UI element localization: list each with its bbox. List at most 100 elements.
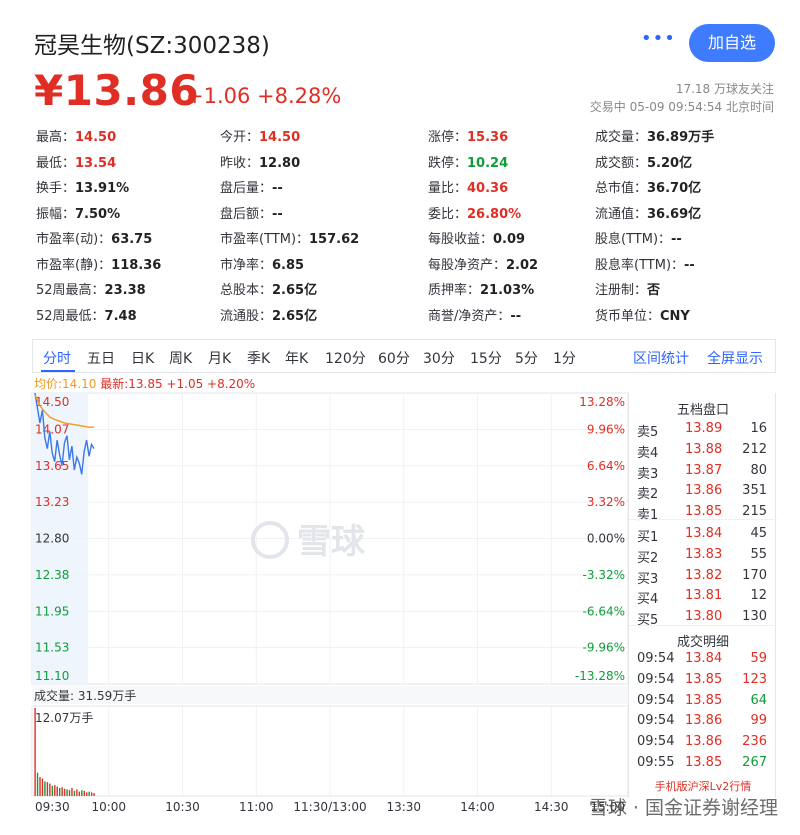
trade-time: 09:54	[637, 651, 675, 666]
price-axis-label: 11.53	[35, 641, 69, 655]
trade-volume: 123	[742, 671, 767, 687]
trade-time: 09:55	[637, 755, 675, 770]
volume-bar	[90, 792, 93, 796]
ask-price: 13.88	[685, 441, 723, 457]
volume-bar	[73, 790, 76, 796]
price-axis-label: 12.38	[35, 568, 69, 582]
pct-axis-label: -9.96%	[583, 641, 625, 655]
time-axis-label: 11:30/13:00	[293, 800, 366, 814]
volume-bar	[66, 789, 68, 796]
time-axis-label: 13:30	[386, 800, 421, 814]
ask-volume: 212	[742, 441, 767, 457]
ask-row: 卖2 13.86 351	[629, 483, 777, 503]
bid-price: 13.84	[685, 526, 723, 541]
trade-price: 13.85	[685, 755, 723, 770]
trade-time: 09:54	[637, 692, 675, 708]
pct-axis-label: 6.64%	[587, 459, 625, 473]
volume-bar	[71, 787, 73, 796]
volume-bar	[63, 788, 66, 796]
trade-price: 13.85	[685, 671, 723, 687]
price-axis-label: 11.95	[35, 604, 69, 618]
order-book-title: 五档盘口	[676, 403, 729, 418]
volume-bar	[58, 787, 61, 796]
trade-row: 09:54 13.84 59	[629, 651, 777, 671]
volume-bar	[34, 708, 36, 796]
volume-bar	[61, 787, 63, 796]
volume-bar	[56, 786, 58, 796]
ask-price: 13.85	[685, 504, 723, 520]
trade-row: 09:54 13.86 99	[629, 713, 777, 733]
volume-bar	[88, 791, 90, 796]
bid-label: 买4	[637, 592, 659, 608]
volume-bar	[78, 791, 81, 796]
trade-volume: 267	[742, 755, 767, 770]
time-axis-label: 09:30	[35, 800, 70, 814]
volume-bar	[54, 785, 56, 796]
trade-time: 09:54	[637, 671, 675, 687]
volume-bar	[51, 785, 54, 796]
price-axis-label: 13.23	[35, 495, 69, 509]
volume-bar	[36, 772, 39, 796]
ask-price: 13.86	[685, 483, 723, 499]
price-axis-label: 14.07	[35, 422, 69, 436]
trade-row: 09:54 13.85 64	[629, 693, 777, 713]
pct-axis-label: -13.28%	[575, 669, 625, 683]
volume-bar	[76, 789, 78, 796]
order-book-panel: 五档盘口 成交明细 手机版沪深Lv2行情 卖5 13.89 16 卖4 13.88 212…	[628, 393, 777, 798]
time-axis-label: 10:00	[91, 800, 126, 814]
bid-row: 买3 13.82 170	[629, 568, 777, 588]
bid-label: 买2	[637, 550, 659, 566]
ask-label: 卖3	[637, 466, 659, 482]
price-axis-label: 13.65	[35, 459, 69, 473]
pct-axis-label: 9.96%	[587, 422, 625, 436]
trade-price: 13.85	[685, 692, 723, 708]
ask-row: 卖3 13.87 80	[629, 463, 777, 483]
trade-row: 09:54 13.86 236	[629, 734, 777, 754]
price-axis-label: 12.80	[35, 532, 69, 546]
bid-row: 买4 13.81 12	[629, 588, 777, 608]
volume-bar	[81, 790, 83, 796]
trade-time: 09:54	[637, 734, 675, 750]
ask-label: 卖4	[637, 445, 659, 461]
volume-bar	[39, 777, 41, 796]
watermark-text: 雪球	[297, 522, 366, 562]
ask-volume: 80	[750, 462, 767, 478]
volume-bar	[86, 792, 88, 796]
pct-axis-label: 3.32%	[587, 495, 625, 509]
ask-label: 卖2	[637, 487, 659, 503]
bid-row: 买2 13.83 55	[629, 547, 777, 567]
ask-label: 卖1	[637, 508, 659, 524]
ask-label: 卖5	[637, 425, 659, 440]
volume-bar	[68, 790, 71, 796]
time-axis-label: 11:00	[239, 800, 274, 814]
ask-volume: 351	[742, 483, 767, 499]
bid-price: 13.81	[685, 588, 723, 604]
volume-bar	[41, 778, 44, 796]
volume-bar	[46, 782, 49, 796]
ask-volume: 215	[742, 504, 767, 520]
footer-watermark: 雪球 · 国金证券谢经理	[588, 797, 778, 819]
divider	[629, 625, 777, 626]
divider	[629, 519, 777, 520]
time-axis-label: 10:30	[165, 800, 200, 814]
trade-price: 13.84	[685, 651, 723, 666]
trade-volume: 64	[750, 692, 767, 708]
bid-volume: 170	[742, 567, 767, 583]
trade-volume: 59	[750, 651, 767, 666]
volume-title: 成交量: 31.59万手	[34, 688, 136, 703]
pct-axis-label: 0.00%	[587, 532, 625, 546]
bid-volume: 12	[750, 588, 767, 604]
bid-price: 13.83	[685, 546, 723, 562]
lv2-link[interactable]: 手机版沪深Lv2行情	[629, 778, 777, 794]
bid-row: 买1 13.84 45	[629, 526, 777, 546]
trade-time: 09:54	[637, 713, 675, 729]
bid-price: 13.80	[685, 609, 723, 625]
trade-volume: 99	[750, 713, 767, 729]
ask-price: 13.87	[685, 462, 723, 478]
time-axis-label: 14:30	[534, 800, 569, 814]
trade-volume: 236	[742, 734, 767, 750]
volume-bar	[49, 783, 51, 796]
trade-price: 13.86	[685, 713, 723, 729]
bid-row: 买5 13.80 130	[629, 609, 777, 629]
ask-row: 卖1 13.85 215	[629, 504, 777, 524]
